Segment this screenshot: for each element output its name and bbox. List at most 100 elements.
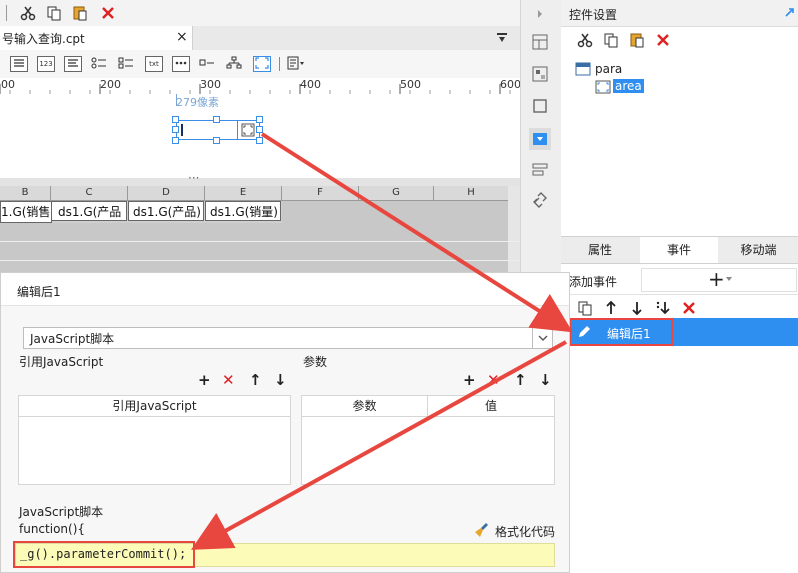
ref-js-column-header: 引用JavaScript [19,396,290,417]
move-down-icon[interactable]: ↓ [539,371,552,389]
copy-icon[interactable] [601,31,621,49]
resize-handle[interactable] [172,126,179,133]
column-header[interactable]: G [359,186,434,201]
chevron-down-icon[interactable] [532,328,553,348]
tree-item-area[interactable]: area [613,79,644,93]
checkbox-group-icon[interactable] [118,56,134,70]
paste-icon[interactable] [627,31,647,49]
annotation-highlight [569,318,673,346]
copy-icon[interactable] [575,299,595,317]
ref-js-label: 引用JavaScript [19,355,104,369]
move-up-icon[interactable]: ↑ [514,371,527,389]
params-label: 参数 [303,355,328,369]
cut-icon[interactable] [18,4,38,22]
number-widget-icon[interactable]: 123 [37,56,55,72]
script-label: JavaScript脚本 [19,505,104,519]
area-widget-icon[interactable] [253,56,271,72]
file-tab[interactable]: 号输入查询.cpt × [0,26,193,50]
move-up-icon[interactable]: ↑ [249,371,262,389]
tab-events[interactable]: 事件 [640,237,718,263]
annotation-highlight [13,541,195,568]
add-icon[interactable]: + [463,371,476,389]
resize-handle[interactable] [213,116,220,123]
column-header[interactable]: D [128,186,205,201]
column-header[interactable]: H [434,186,509,201]
delete-icon[interactable] [653,31,673,49]
link-icon[interactable] [531,192,549,208]
move-down-icon[interactable]: ↓ [274,371,287,389]
table-cell[interactable]: ds1.G(产品) [128,201,204,221]
move-down-icon[interactable] [627,299,647,317]
tab-properties[interactable]: 属性 [561,237,639,263]
widget-settings-icon[interactable] [531,66,549,82]
settings-tabs: 属性 事件 移动端 [561,236,798,264]
add-icon[interactable]: + [198,371,211,389]
ref-js-table[interactable]: 引用JavaScript [18,395,291,485]
move-to-bottom-icon[interactable] [653,299,673,317]
resize-handle[interactable] [172,116,179,123]
column-header[interactable]: C [51,186,128,201]
resize-handle[interactable] [256,116,263,123]
delete-icon[interactable] [98,4,118,22]
radio-group-icon[interactable] [91,56,107,70]
column-header[interactable]: F [282,186,359,201]
textarea-widget-icon[interactable] [64,56,82,72]
paste-icon[interactable] [70,4,90,22]
checkbox-widget-icon[interactable] [199,56,215,70]
resize-handle[interactable] [256,126,263,133]
label-widget-icon[interactable] [10,56,28,72]
pin-icon[interactable] [783,4,797,20]
collapse-arrow-icon[interactable] [531,6,549,22]
move-up-icon[interactable] [601,299,621,317]
divider [561,294,798,295]
broom-icon[interactable] [473,521,491,539]
stack-icon[interactable] [531,162,549,178]
ruler-label: 200 [100,78,121,91]
tab-mobile[interactable]: 移动端 [719,237,798,263]
main-toolbar [0,0,520,27]
ruler-label: 300 [200,78,221,91]
password-widget-icon[interactable] [172,56,190,72]
delete-icon[interactable]: ✕ [487,371,500,389]
column-header[interactable]: E [205,186,282,201]
more-widgets-icon[interactable] [287,56,304,70]
add-event-dropdown[interactable]: + [641,267,797,292]
cut-icon[interactable] [575,31,595,49]
param-name-header: 参数 [302,396,428,417]
resize-handle[interactable] [172,137,179,144]
parameter-pane: 279像素 [0,94,520,178]
text-widget-icon[interactable]: txt [145,56,163,72]
tab-menu-icon[interactable] [494,30,510,46]
panel-header: 控件设置 [561,0,798,27]
table-cell[interactable]: 1.G(销售 [0,201,52,223]
tree-item-para[interactable]: para [595,62,622,76]
event-type-select[interactable]: JavaScript脚本 [23,327,553,349]
widget-settings-panel: 控件设置 para area 属性 事件 移动端 添加事件 + 编辑后1 [561,0,798,571]
delete-icon[interactable] [679,299,699,317]
layout-icon[interactable] [531,34,549,50]
pane-splitter[interactable]: ··· [0,171,520,186]
ruler-label: 400 [300,78,321,91]
format-code-button[interactable]: 格式化代码 [495,523,555,540]
vertical-scrollbar[interactable] [508,186,520,276]
area-select-icon[interactable] [237,121,258,139]
copy-icon[interactable] [44,4,64,22]
column-header[interactable]: B [0,186,51,201]
delete-icon[interactable]: ✕ [222,371,235,389]
width-hint: 279像素 [176,96,219,109]
tree-widget-icon[interactable] [226,56,242,70]
widget-panel-icon[interactable] [531,131,549,147]
close-icon[interactable]: × [176,29,188,45]
ruler-label: 500 [400,78,421,91]
area-icon [595,80,611,94]
dialog-title-bar: 编辑后1 [1,273,569,306]
resize-handle[interactable] [213,137,220,144]
guide-line [176,94,177,106]
table-cell[interactable]: ds1.G(产品 [51,201,127,221]
file-tab-bar: 号输入查询.cpt × [0,26,520,51]
border-icon[interactable] [531,98,549,114]
resize-handle[interactable] [256,137,263,144]
params-table[interactable]: 参数 值 [301,395,555,485]
table-cell[interactable]: ds1.G(销量) [205,201,281,221]
grid-line [0,241,520,242]
